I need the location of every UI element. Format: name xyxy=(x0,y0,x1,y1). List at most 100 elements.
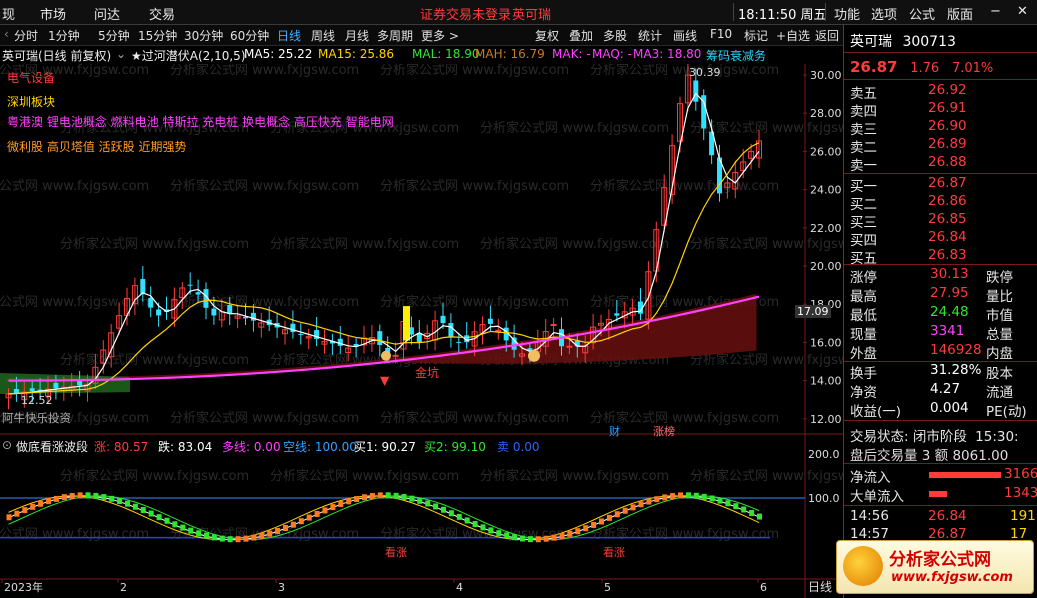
btn-f10[interactable]: F10 xyxy=(710,27,732,41)
concept-region[interactable]: 深圳板块 xyxy=(7,93,55,110)
chart-title-line: 英可瑞(日线 前复权) ⌄ ★过河潜伏A(2,10,5) MA5: 25.22 … xyxy=(0,46,843,64)
period-60min[interactable]: 60分钟 xyxy=(230,27,269,44)
indicator-dot xyxy=(693,492,699,499)
stat-label: 涨停 xyxy=(850,270,877,286)
indicator-dot xyxy=(204,532,209,539)
period-15min[interactable]: 15分钟 xyxy=(138,27,177,44)
y-tick-label: 20.00 xyxy=(810,260,842,273)
period-daily[interactable]: 日线 xyxy=(277,27,301,44)
btn-add-watchlist[interactable]: +自选 xyxy=(776,27,810,44)
quote-price: 26.87 xyxy=(850,58,898,76)
watermark-text: 分析家公式网 www.fxjgsw.com xyxy=(590,64,779,78)
indicator-mai1: 买1: 90.27 xyxy=(354,440,416,454)
period-1min[interactable]: 1分钟 xyxy=(48,27,80,44)
indicator-dot xyxy=(283,524,288,531)
period-more[interactable]: 更多 > xyxy=(421,27,459,44)
period-30min[interactable]: 30分钟 xyxy=(184,27,223,44)
watermark-text: 分析家公式网 www.fxjgsw.com xyxy=(170,410,359,426)
btn-back[interactable]: 返回 xyxy=(815,27,839,44)
formula-name[interactable]: ★过河潜伏A(2,10,5) xyxy=(131,47,246,64)
y-tick-label: 14.00 xyxy=(810,375,842,388)
period-timeshare[interactable]: 分时 xyxy=(14,27,38,44)
stat2-value: 0.004 xyxy=(930,400,969,416)
indicator-dot xyxy=(488,527,494,534)
indicator-dot xyxy=(701,493,707,500)
period-monthly[interactable]: 月线 xyxy=(345,27,369,44)
ask-price: 26.89 xyxy=(928,136,967,152)
indicator-dot xyxy=(30,503,36,510)
menu-partial[interactable]: 现 xyxy=(2,4,15,23)
login-status[interactable]: 证券交易未登录 xyxy=(420,4,511,23)
watermark-text: 分析家公式网 www.fxjgsw.com xyxy=(380,64,569,78)
quote-code: 300713 xyxy=(902,34,956,50)
candle-body xyxy=(614,313,620,316)
indicator-dot xyxy=(259,532,265,539)
y-tick-label: 30.00 xyxy=(810,69,842,82)
indicator-dot xyxy=(227,536,233,543)
tick-time: 14:56 xyxy=(850,508,889,524)
ask-price: 26.90 xyxy=(928,118,967,134)
indicator-dot xyxy=(480,524,486,531)
btn-mark[interactable]: 标记 xyxy=(744,27,768,44)
indicator-title-line: ⊙ 做底看涨波段 涨: 80.57 跌: 83.04 多线: 0.00 空线: … xyxy=(0,438,805,454)
indicator-dot xyxy=(504,532,510,539)
menu-market[interactable]: 市场 xyxy=(40,4,66,23)
period-weekly[interactable]: 周线 xyxy=(311,27,335,44)
close-button[interactable]: ✕ xyxy=(1017,4,1028,19)
indicator-dot xyxy=(535,536,541,543)
stat2-value: 4.27 xyxy=(930,381,961,397)
indicator-dot xyxy=(425,500,431,507)
indicator-dot xyxy=(322,507,328,514)
chart-stock-name[interactable]: 英可瑞(日线 前复权) xyxy=(2,47,111,64)
indicator-dot xyxy=(275,527,281,534)
ask-label: 卖五 xyxy=(850,86,877,102)
stat-label: 最低 xyxy=(850,308,877,324)
period-corner[interactable]: 日线 xyxy=(808,578,832,595)
indicator-dot xyxy=(654,496,660,503)
menu-trade[interactable]: 交易 xyxy=(149,4,175,23)
btn-multistock[interactable]: 多股 xyxy=(603,27,627,44)
indicator-dot xyxy=(243,535,249,542)
indicator-dot xyxy=(749,509,755,516)
candle-body xyxy=(148,297,154,308)
menu-function[interactable]: 功能 xyxy=(834,4,860,23)
menu-wenda[interactable]: 问达 xyxy=(94,4,120,23)
btn-stats[interactable]: 统计 xyxy=(638,27,662,44)
indicator-name[interactable]: 做底看涨波段 xyxy=(16,438,88,455)
indicator-dot xyxy=(211,534,217,541)
bid-label: 买二 xyxy=(850,197,877,213)
candle-body xyxy=(377,331,383,346)
indicator-dot xyxy=(441,506,446,513)
mak-value: MAK: - xyxy=(552,47,591,61)
indicator-dot xyxy=(251,534,257,541)
chevron-down-icon[interactable]: ⌄ xyxy=(116,47,126,61)
watermark-text: 分析家公式网 www.fxjgsw.com xyxy=(0,526,149,542)
concept-style[interactable]: 微利股 高贝塔值 活跃股 近期强势 xyxy=(7,138,186,155)
gear-icon[interactable]: ⊙ xyxy=(2,438,12,452)
indicator-dot xyxy=(520,535,525,542)
btn-overlay[interactable]: 叠加 xyxy=(569,27,593,44)
btn-fuquan[interactable]: 复权 xyxy=(535,27,559,44)
minimize-button[interactable]: − xyxy=(990,4,1001,19)
candle-body xyxy=(211,308,217,316)
watermark-text: 分析家公式网 www.fxjgsw.com xyxy=(590,526,779,542)
indicator-dot xyxy=(599,518,604,525)
concept-sector[interactable]: 电气设备 xyxy=(7,69,55,86)
indicator-dot xyxy=(472,520,478,527)
indicator-dot xyxy=(267,530,273,537)
period-multi[interactable]: 多周期 xyxy=(377,27,413,44)
menu-layout[interactable]: 版面 xyxy=(947,4,973,23)
menu-options[interactable]: 选项 xyxy=(871,4,897,23)
money-bag-icon xyxy=(381,350,391,361)
bid-label: 买一 xyxy=(850,179,877,195)
indicator-die: 跌: 83.04 xyxy=(158,440,213,454)
ask-label: 卖三 xyxy=(850,122,877,138)
watermark-text: 分析家公式网 www.fxjgsw.com xyxy=(170,64,359,78)
indicator-dot xyxy=(409,495,415,502)
period-5min[interactable]: 5分钟 xyxy=(98,27,130,44)
btn-draw[interactable]: 画线 xyxy=(673,27,697,44)
bid-label: 买四 xyxy=(850,233,877,249)
concept-themes[interactable]: 粤港澳 锂电池概念 燃料电池 特斯拉 充电桩 换电概念 高压快充 智能电网 xyxy=(7,113,394,130)
mal-value: MAL: 18.90 xyxy=(412,47,480,61)
menu-formula[interactable]: 公式 xyxy=(909,4,935,23)
